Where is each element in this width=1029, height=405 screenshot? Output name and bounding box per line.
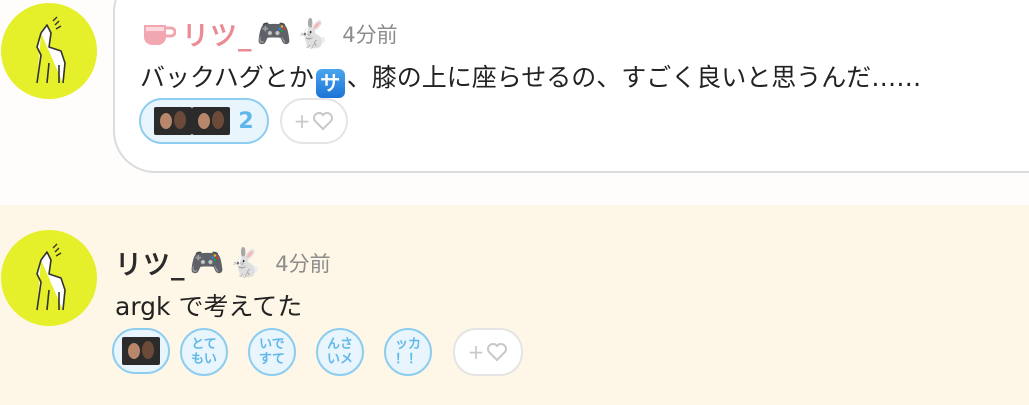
white-horse-icon — [36, 243, 66, 311]
timestamp[interactable]: 4分前 — [342, 19, 397, 49]
post-text: argk で考えてた — [115, 292, 303, 321]
white-horse-icon — [36, 16, 66, 84]
rabbit-icon: 🐇 — [295, 16, 331, 50]
post-header: リツ_ 🎮 🐇 4分前 — [140, 14, 398, 53]
reaction-image — [122, 337, 160, 365]
post-text-part: 、膝の上に座らせるの、すごく良いと思うんだ…… — [346, 63, 922, 92]
reaction-image — [192, 107, 231, 135]
post-text-part: バックハグとか — [140, 63, 314, 92]
add-label: + — [293, 109, 311, 133]
heart-icon — [313, 112, 334, 131]
gamepad-icon: 🎮 — [256, 16, 292, 50]
avatar[interactable] — [1, 230, 97, 326]
add-reaction-button[interactable]: + — [453, 328, 523, 376]
username[interactable]: リツ_ — [115, 243, 186, 282]
add-label: + — [467, 340, 485, 364]
post-header: リツ_ 🎮 🐇 4分前 — [115, 243, 331, 282]
gamepad-icon: 🎮 — [189, 245, 225, 279]
cup-icon — [144, 24, 176, 45]
text-reaction[interactable]: んさ いメ — [316, 328, 364, 376]
post-text: バックハグとかサ、膝の上に座らせるの、すごく良いと思うんだ…… — [140, 58, 921, 98]
image-reaction[interactable] — [112, 328, 170, 374]
rabbit-icon: 🐇 — [228, 245, 264, 279]
heart-icon — [487, 343, 508, 362]
add-reaction-button[interactable]: + — [280, 98, 348, 144]
timestamp[interactable]: 4分前 — [275, 248, 330, 278]
reaction-count: 2 — [238, 108, 254, 134]
image-reaction[interactable]: 2 — [139, 98, 269, 144]
text-reaction[interactable]: ッカ ！！ — [384, 328, 432, 376]
sa-badge-icon: サ — [315, 69, 345, 98]
avatar[interactable] — [1, 3, 97, 99]
reaction-image — [154, 107, 193, 135]
username[interactable]: リツ_ — [182, 14, 253, 53]
text-reaction[interactable]: いで すて — [248, 328, 296, 376]
text-reaction[interactable]: とて もい — [180, 328, 228, 376]
